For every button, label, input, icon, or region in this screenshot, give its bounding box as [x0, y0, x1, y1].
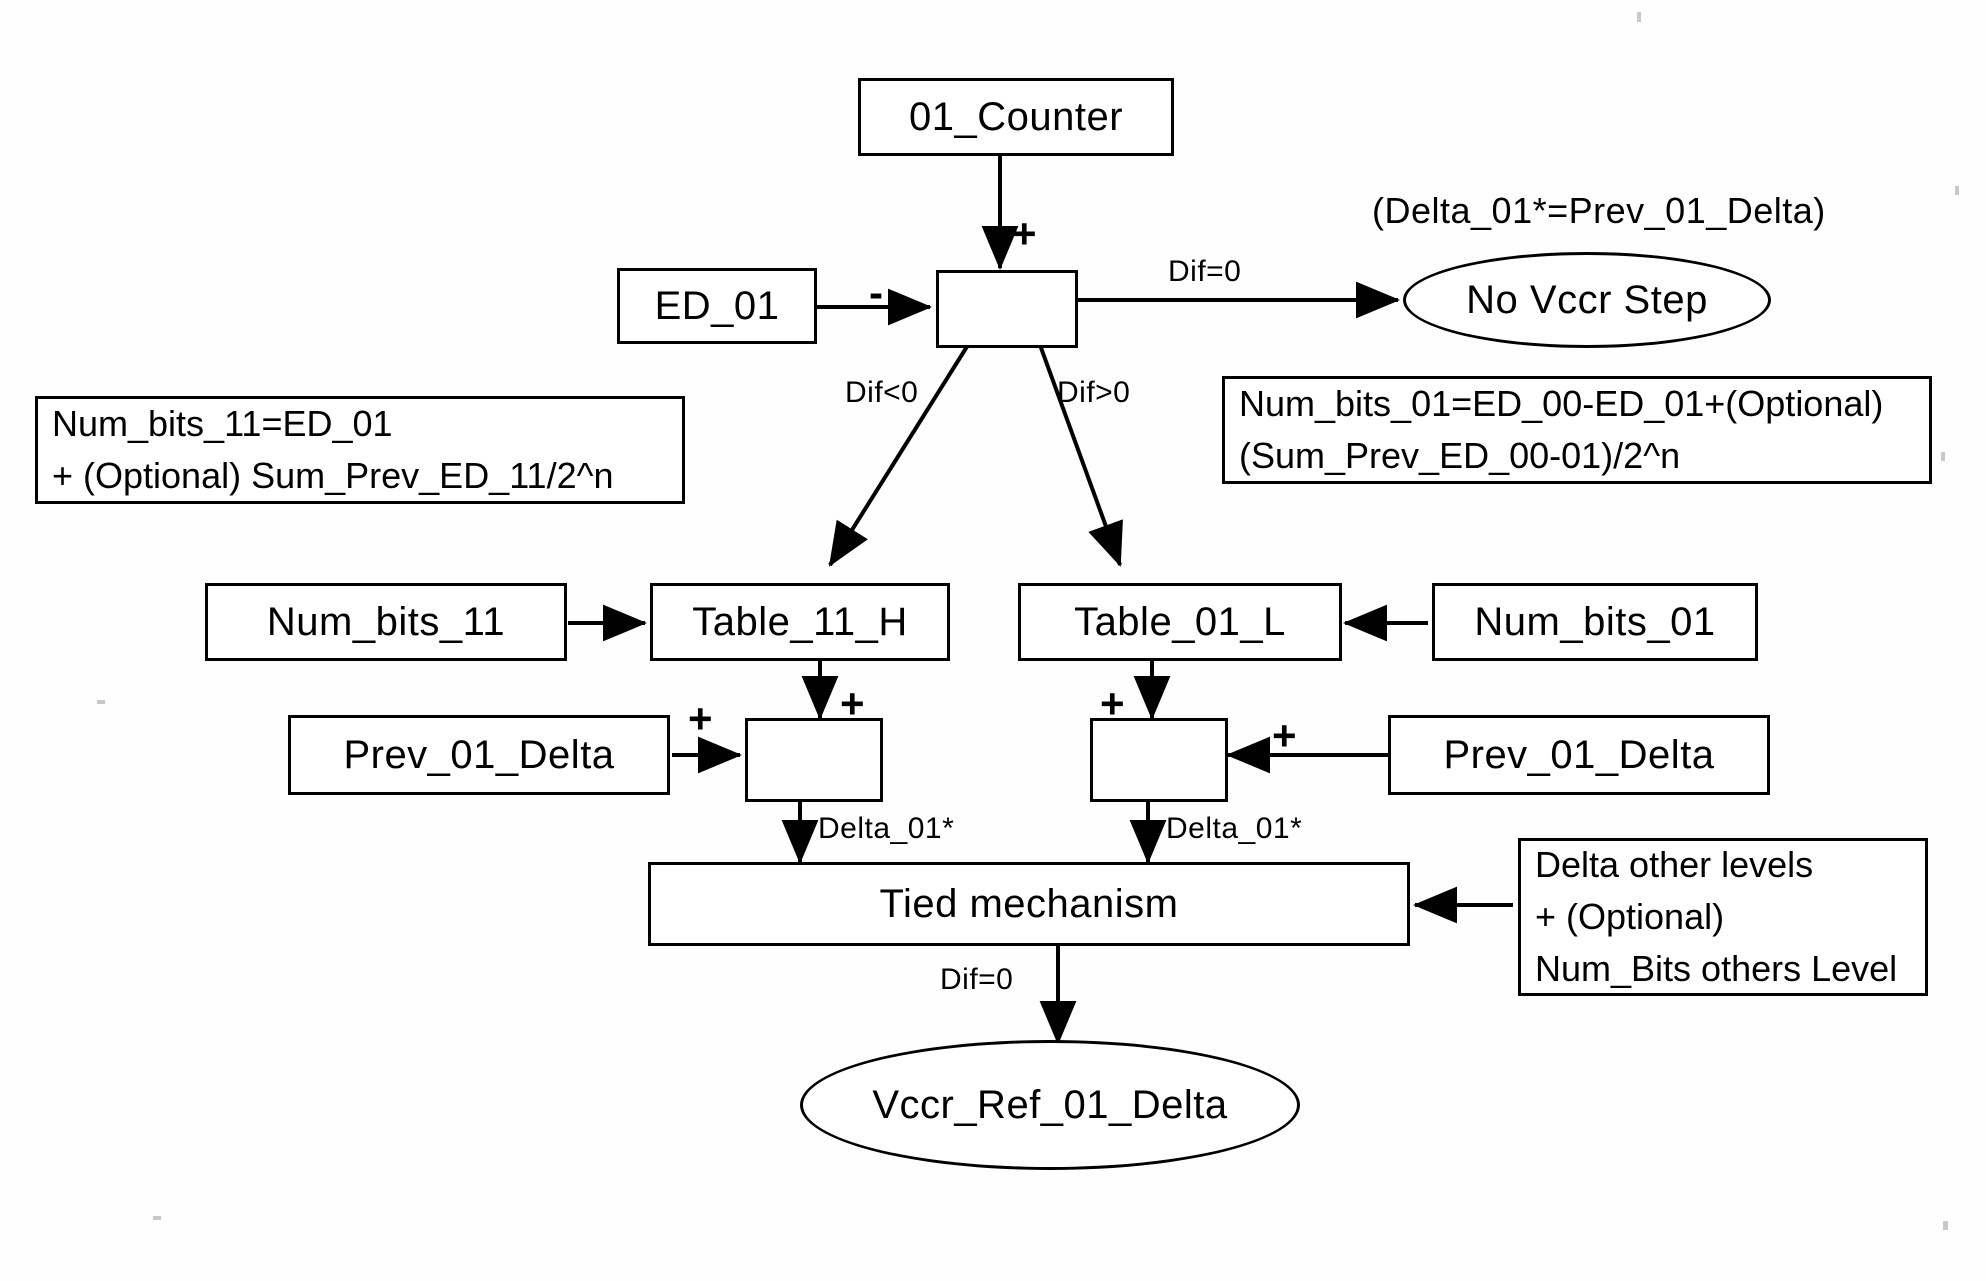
label-dif-eq-zero-top-text: Dif=0 [1168, 255, 1242, 288]
note-num-bits-11: Num_bits_11=ED_01 + (Optional) Sum_Prev_… [35, 396, 685, 504]
label-plus-counter-text: + [1012, 210, 1037, 257]
label-delta-01-star-left: Delta_01* [818, 812, 954, 846]
scan-speck [1941, 452, 1945, 461]
scan-speck [1637, 12, 1641, 22]
label-plus-counter: + [1012, 213, 1037, 255]
label-dif-lt-zero: Dif<0 [845, 376, 918, 410]
node-num-bits-11-label: Num_bits_11 [266, 599, 506, 644]
label-dif-gt-zero-text: Dif>0 [1057, 376, 1131, 409]
node-table-01-l-label: Table_01_L [1074, 599, 1286, 644]
label-delta-01-star-right: Delta_01* [1166, 812, 1302, 846]
label-delta-01-star-left-text: Delta_01* [818, 812, 955, 845]
annotation-delta-equals: (Delta_01*=Prev_01_Delta) [1372, 190, 1826, 232]
label-plus-prev-right: + [1272, 715, 1297, 757]
node-vccr-ref-01-delta[interactable]: Vccr_Ref_01_Delta [800, 1040, 1300, 1170]
node-01-counter-label: 01_Counter [908, 94, 1124, 139]
node-prev-01-delta-right-label: Prev_01_Delta [1443, 732, 1715, 777]
node-prev-01-delta-left-label: Prev_01_Delta [343, 732, 615, 777]
node-num-bits-11[interactable]: Num_bits_11 [205, 583, 567, 661]
label-minus-ed01: - [869, 272, 883, 314]
node-tied-mechanism-label: Tied mechanism [879, 881, 1179, 926]
node-sum-right[interactable] [1090, 718, 1228, 802]
node-tied-mechanism[interactable]: Tied mechanism [648, 862, 1410, 946]
label-delta-01-star-right-text: Delta_01* [1166, 812, 1303, 845]
node-table-11-h-label: Table_11_H [692, 599, 908, 644]
note-delta-other-levels-line2: + (Optional) [1535, 895, 1725, 937]
node-vccr-ref-01-delta-label: Vccr_Ref_01_Delta [872, 1082, 1228, 1127]
node-sum-left[interactable] [745, 718, 883, 802]
label-dif-lt-zero-text: Dif<0 [845, 376, 919, 409]
node-ed-01[interactable]: ED_01 [617, 268, 817, 344]
scan-speck [1955, 186, 1959, 195]
note-num-bits-11-line2: + (Optional) Sum_Prev_ED_11/2^n [52, 455, 614, 496]
node-01-counter[interactable]: 01_Counter [858, 78, 1174, 156]
node-prev-01-delta-left[interactable]: Prev_01_Delta [288, 715, 670, 795]
note-num-bits-01: Num_bits_01=ED_00-ED_01+(Optional) (Sum_… [1222, 376, 1932, 484]
note-num-bits-01-line2: (Sum_Prev_ED_00-01)/2^n [1239, 435, 1681, 476]
node-prev-01-delta-right[interactable]: Prev_01_Delta [1388, 715, 1770, 795]
annotation-delta-equals-text: (Delta_01*=Prev_01_Delta) [1372, 190, 1826, 231]
node-subtract-junction[interactable] [936, 270, 1078, 348]
label-plus-prev-left-text: + [688, 695, 713, 742]
node-table-01-l[interactable]: Table_01_L [1018, 583, 1342, 661]
label-plus-table11: + [840, 683, 865, 725]
node-num-bits-01[interactable]: Num_bits_01 [1432, 583, 1758, 661]
scan-speck [97, 700, 105, 704]
note-num-bits-11-line1: Num_bits_11=ED_01 [52, 402, 393, 444]
label-plus-prev-left: + [688, 698, 713, 740]
node-no-vccr-step[interactable]: No Vccr Step [1403, 252, 1771, 348]
label-dif-eq-zero-top: Dif=0 [1168, 255, 1241, 289]
note-delta-other-levels-line3: Num_Bits others Level [1535, 948, 1898, 990]
scan-speck [1943, 1221, 1948, 1230]
node-num-bits-01-label: Num_bits_01 [1474, 599, 1716, 644]
label-plus-prev-right-text: + [1272, 712, 1297, 759]
note-num-bits-01-line1: Num_bits_01=ED_00-ED_01+(Optional) [1239, 382, 1884, 424]
label-plus-table01-text: + [1100, 680, 1125, 727]
label-minus-ed01-text: - [869, 269, 883, 316]
scan-speck [153, 1216, 161, 1220]
label-dif-eq-zero-bottom-text: Dif=0 [940, 963, 1014, 996]
node-ed-01-label: ED_01 [654, 283, 780, 328]
note-delta-other-levels: Delta other levels + (Optional) Num_Bits… [1518, 838, 1928, 996]
node-no-vccr-step-label: No Vccr Step [1466, 277, 1708, 322]
note-delta-other-levels-line1: Delta other levels [1535, 843, 1814, 885]
label-plus-table01: + [1100, 683, 1125, 725]
label-dif-eq-zero-bottom: Dif=0 [940, 963, 1013, 997]
diagram-canvas: 01_Counter ED_01 No Vccr Step Table_11_H… [0, 0, 1986, 1281]
label-plus-table11-text: + [840, 680, 865, 727]
label-dif-gt-zero: Dif>0 [1057, 376, 1130, 410]
node-table-11-h[interactable]: Table_11_H [650, 583, 950, 661]
